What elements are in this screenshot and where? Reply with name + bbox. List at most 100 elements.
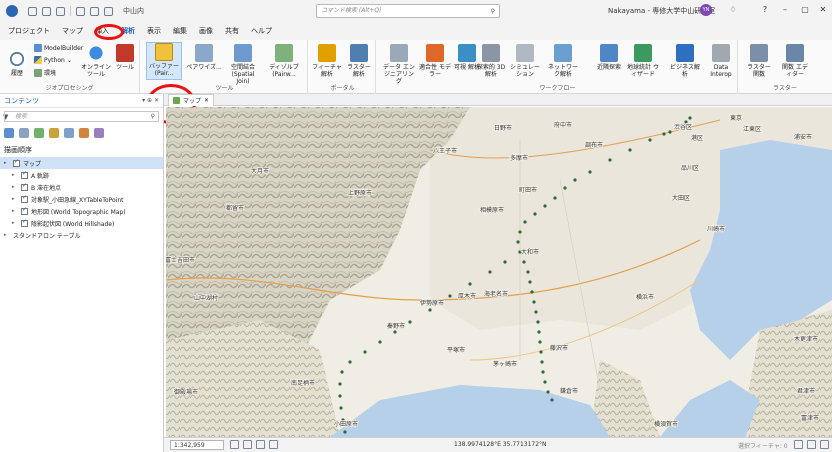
layer-row[interactable]: ▸ 陰影起伏図 (World Hillshade) — [0, 217, 163, 229]
list-by-charts-icon[interactable] — [94, 128, 104, 138]
fixed-zoom-icon[interactable] — [230, 440, 239, 449]
station-point[interactable] — [688, 116, 692, 120]
ribbon-tab[interactable]: 表示 — [147, 26, 161, 36]
ribbon-tab[interactable]: プロジェクト — [8, 26, 50, 36]
layer-visibility-checkbox[interactable] — [21, 194, 28, 203]
list-by-source-icon[interactable] — [19, 128, 29, 138]
station-point[interactable] — [348, 360, 352, 364]
station-point[interactable] — [539, 350, 543, 354]
station-point[interactable] — [628, 148, 632, 152]
map-view-tab[interactable]: マップ ✕ — [168, 94, 215, 106]
station-point[interactable] — [408, 320, 412, 324]
layer-row[interactable]: ▸ マップ — [0, 157, 163, 169]
station-point[interactable] — [448, 294, 452, 298]
undo-icon[interactable] — [76, 6, 85, 16]
arcgis-pro-logo-icon[interactable] — [6, 5, 18, 17]
dissolve-tool-button[interactable]: ディゾルブ (Pairw... — [264, 44, 304, 78]
workflow-button[interactable]: 適合性 モデラー — [418, 44, 452, 78]
save-project-icon[interactable] — [56, 6, 65, 16]
expand-arrow-icon[interactable]: ▸ — [12, 196, 18, 202]
refresh-map-icon[interactable] — [820, 440, 829, 449]
station-point[interactable] — [541, 370, 545, 374]
station-point[interactable] — [543, 204, 547, 208]
station-point[interactable] — [553, 196, 557, 200]
grid-icon[interactable] — [243, 440, 252, 449]
expand-arrow-icon[interactable]: ▸ — [4, 232, 10, 238]
station-point[interactable] — [340, 370, 344, 374]
workflow-button[interactable]: Data Interop — [704, 44, 738, 78]
station-point[interactable] — [546, 390, 550, 394]
station-point[interactable] — [378, 340, 382, 344]
notifications-bell-icon[interactable]: ♢ — [726, 4, 740, 16]
workflow-button[interactable]: ネットワーク解析 — [546, 44, 580, 78]
workflow-button[interactable]: シミュレーション — [508, 44, 542, 78]
list-by-labeling-icon[interactable] — [79, 128, 89, 138]
workflow-button[interactable]: 地球統計 ウィザード — [626, 44, 660, 78]
station-point[interactable] — [533, 212, 537, 216]
layer-visibility-checkbox[interactable] — [21, 182, 28, 191]
online-tools-button[interactable]: オンライン ツール — [80, 44, 112, 78]
station-point[interactable] — [588, 170, 592, 174]
layer-row[interactable]: ▸ スタンドアロン テーブル — [0, 229, 163, 241]
pause-drawing-icon[interactable] — [807, 440, 816, 449]
pan-icon[interactable] — [256, 440, 265, 449]
layer-visibility-checkbox[interactable] — [21, 218, 28, 227]
workflow-button[interactable]: データ エンジニアリング — [382, 44, 416, 85]
station-point[interactable] — [516, 240, 520, 244]
list-by-snapping-icon[interactable] — [64, 128, 74, 138]
station-point[interactable] — [573, 178, 577, 182]
station-point[interactable] — [343, 430, 347, 434]
station-point[interactable] — [523, 220, 527, 224]
workflow-button[interactable]: 近隣探索 — [592, 44, 626, 71]
expand-arrow-icon[interactable]: ▸ — [12, 208, 18, 214]
station-point[interactable] — [538, 340, 542, 344]
station-point[interactable] — [662, 132, 666, 136]
station-point[interactable] — [488, 270, 492, 274]
raster-functions-button[interactable]: ラスター 関数 — [744, 44, 774, 78]
station-point[interactable] — [608, 158, 612, 162]
tools-button[interactable]: ツール — [112, 44, 138, 71]
station-point[interactable] — [543, 380, 547, 384]
layer-row[interactable]: ▸ B 滞在地点 — [0, 181, 163, 193]
station-point[interactable] — [550, 398, 554, 402]
pane-controls[interactable]: ▾ ⊕ ✕ — [142, 97, 159, 104]
user-avatar[interactable]: YN — [700, 4, 712, 16]
feature-analysis-button[interactable]: フィーチャ 解析 — [312, 44, 342, 78]
function-editor-button[interactable]: 関数 エディター — [780, 44, 810, 78]
new-project-icon[interactable] — [28, 6, 37, 16]
redo-icon[interactable] — [90, 6, 99, 16]
list-by-selection-icon[interactable] — [34, 128, 44, 138]
ribbon-tab[interactable]: 編集 — [173, 26, 187, 36]
spatial-join-tool-button[interactable]: 空間結合 (Spatial Join) — [224, 44, 262, 85]
station-point[interactable] — [536, 320, 540, 324]
station-point[interactable] — [528, 280, 532, 284]
station-point[interactable] — [518, 230, 522, 234]
selected-features-count[interactable]: 選択フィーチャ: 0 — [738, 441, 788, 450]
command-search-input[interactable]: コマンド検索 (Alt+Q) ⚲ — [316, 4, 500, 18]
modelbuilder-button[interactable]: ModelBuilder — [34, 44, 83, 52]
contents-search-input[interactable]: 検索 ⚲ — [4, 111, 159, 122]
expand-arrow-icon[interactable]: ▸ — [12, 220, 18, 226]
station-point[interactable] — [338, 394, 342, 398]
open-project-icon[interactable] — [42, 6, 51, 16]
station-point[interactable] — [522, 260, 526, 264]
station-point[interactable] — [393, 330, 397, 334]
map-view[interactable]: 東京 江東区 渋谷区 港区 浦安市 品川区 大田区 府中市 調布市 日野市 八王子市 多摩市 町田市 川崎… — [166, 107, 832, 437]
station-point[interactable] — [339, 406, 343, 410]
ribbon-tab[interactable]: ヘルプ — [251, 26, 272, 36]
station-point[interactable] — [537, 330, 541, 334]
station-point[interactable] — [668, 130, 672, 134]
ribbon-tab[interactable]: 画像 — [199, 26, 213, 36]
layer-row[interactable]: ▸ 対象駅_小田急線_XYTableToPoint — [0, 193, 163, 205]
station-point[interactable] — [534, 310, 538, 314]
station-point[interactable] — [526, 270, 530, 274]
python-button[interactable]: Python ⌄ — [34, 56, 72, 64]
layer-visibility-checkbox[interactable] — [13, 158, 20, 167]
scale-selector[interactable]: 1:342,959 — [170, 440, 224, 450]
minimize-icon[interactable]: – — [778, 4, 792, 16]
customize-qat-icon[interactable] — [104, 6, 113, 16]
workflow-button[interactable]: ビジネス解析 — [668, 44, 702, 78]
expand-arrow-icon[interactable]: ▸ — [12, 184, 18, 190]
environments-button[interactable]: 環境 — [34, 68, 56, 77]
station-point[interactable] — [540, 360, 544, 364]
